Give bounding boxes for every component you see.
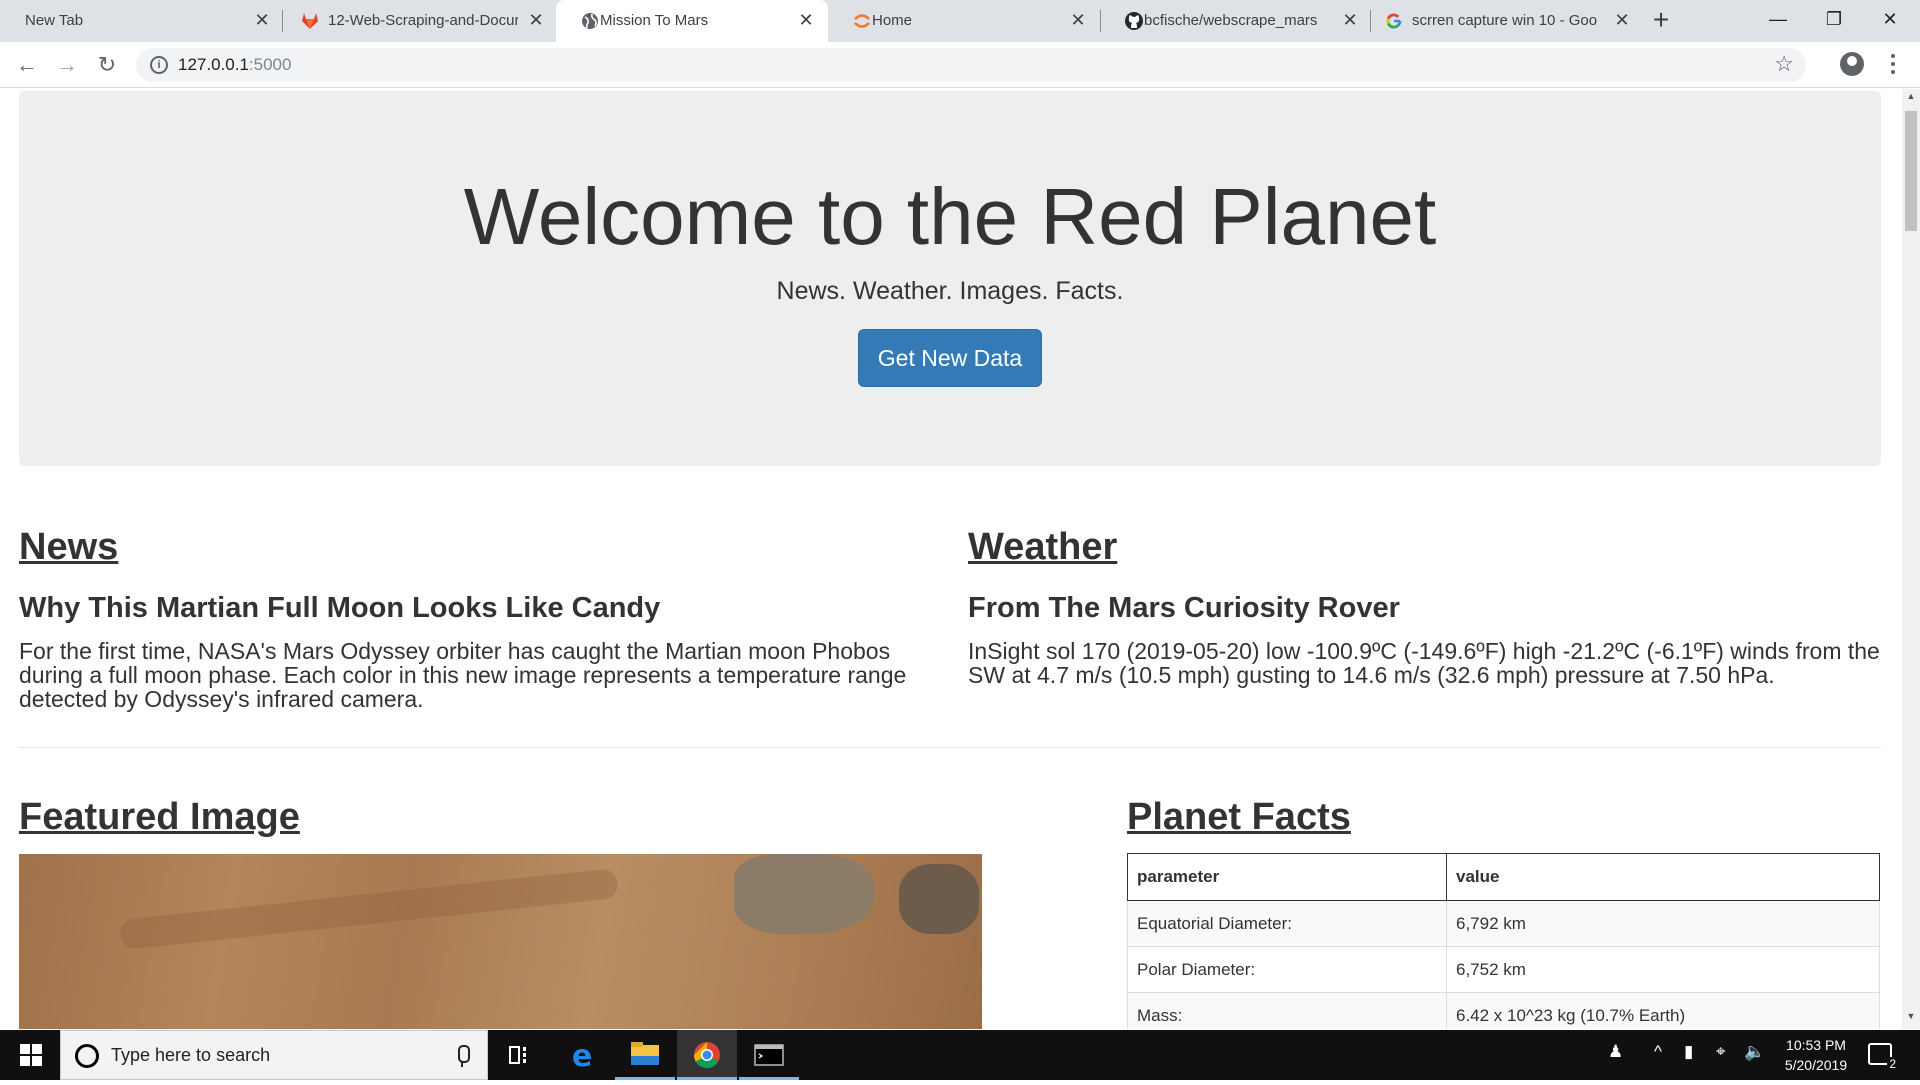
- tab-home[interactable]: Home ✕: [828, 0, 1100, 42]
- show-hidden-icons-icon[interactable]: ^: [1654, 1042, 1662, 1062]
- scroll-up-arrow-icon[interactable]: ▲: [1902, 91, 1920, 107]
- tab-title: Mission To Mars: [600, 12, 709, 29]
- featured-mars-image: [19, 854, 982, 1029]
- vertical-scrollbar[interactable]: ▲ ▼: [1902, 89, 1920, 1029]
- tab-github[interactable]: bcfische/webscrape_mars ✕: [1100, 0, 1372, 42]
- svg-text:e: e: [572, 1039, 592, 1074]
- table-header: parameter: [1127, 853, 1447, 901]
- task-view-icon[interactable]: [490, 1030, 550, 1080]
- table-row: Equatorial Diameter: 6,792 km: [1127, 900, 1880, 947]
- weather-line: InSight sol 170 (2019-05-20) low -100.9º…: [968, 638, 1880, 664]
- search-placeholder: Type here to search: [111, 1045, 271, 1065]
- tab-strip: New Tab ✕ 12-Web-Scraping-and-Docur ✕ Mi…: [0, 0, 1920, 42]
- table-cell: 6,752 km: [1446, 946, 1880, 993]
- cortana-icon: [75, 1044, 99, 1068]
- close-icon[interactable]: ✕: [252, 10, 272, 30]
- back-button[interactable]: ←: [12, 50, 42, 80]
- new-tab-button[interactable]: +: [1648, 6, 1674, 34]
- section-divider: [19, 747, 1881, 748]
- featured-image-heading: Featured Image: [19, 796, 300, 838]
- table-cell: Equatorial Diameter:: [1127, 900, 1447, 947]
- github-icon: [1125, 12, 1143, 30]
- table-header-row: parameter value: [1127, 853, 1880, 901]
- tab-mission-to-mars[interactable]: Mission To Mars ✕: [556, 0, 828, 42]
- news-line: detected by Odyssey's infrared camera.: [19, 686, 424, 712]
- planet-facts-heading: Planet Facts: [1127, 796, 1351, 838]
- table-cell: Polar Diameter:: [1127, 946, 1447, 993]
- weather-paragraph: InSight sol 170 (2019-05-20) low -100.9º…: [968, 639, 1880, 687]
- close-icon[interactable]: ✕: [1612, 10, 1632, 30]
- news-heading: News: [19, 526, 119, 568]
- tab-title: scrren capture win 10 - Goog: [1412, 12, 1597, 29]
- table-header: value: [1446, 853, 1880, 901]
- url-port: :5000: [248, 55, 292, 74]
- wifi-icon[interactable]: ⌖: [1716, 1042, 1726, 1062]
- restore-button[interactable]: ❐: [1806, 0, 1862, 40]
- file-explorer-icon[interactable]: [615, 1030, 675, 1080]
- people-icon[interactable]: ♟: [1608, 1042, 1623, 1062]
- scroll-down-arrow-icon[interactable]: ▼: [1902, 1011, 1920, 1027]
- get-new-data-button[interactable]: Get New Data: [858, 329, 1042, 387]
- news-line: For the first time, NASA's Mars Odyssey …: [19, 638, 891, 664]
- page-subtitle: News. Weather. Images. Facts.: [776, 277, 1124, 305]
- info-icon[interactable]: i: [150, 56, 168, 74]
- action-center-icon[interactable]: 2: [1868, 1043, 1898, 1071]
- browser-toolbar: ← → ↻ i 127.0.0.1:5000 ☆: [0, 42, 1920, 88]
- table-cell: 6.42 x 10^23 kg (10.7% Earth): [1446, 992, 1880, 1029]
- news-title: Why This Martian Full Moon Looks Like Ca…: [19, 592, 661, 624]
- tab-title: 12-Web-Scraping-and-Docur: [328, 12, 518, 29]
- address-bar[interactable]: i 127.0.0.1:5000 ☆: [136, 48, 1806, 82]
- jupyter-icon: [854, 14, 870, 28]
- page-title: Welcome to the Red Planet: [463, 172, 1437, 261]
- globe-icon: [582, 13, 598, 29]
- tab-title: Home: [872, 12, 913, 29]
- windows-taskbar: Type here to search e ♟ ^ ▮ ⌖ 🔈 10:53 PM…: [0, 1030, 1920, 1080]
- news-paragraph: For the first time, NASA's Mars Odyssey …: [19, 639, 906, 711]
- weather-heading: Weather: [968, 526, 1118, 568]
- minimize-button[interactable]: —: [1750, 0, 1806, 40]
- close-icon[interactable]: ✕: [1068, 10, 1088, 30]
- gitlab-icon: [302, 13, 318, 29]
- taskbar-search-box[interactable]: Type here to search: [60, 1030, 488, 1080]
- planet-facts-table: parameter value Equatorial Diameter: 6,7…: [1127, 853, 1880, 1029]
- close-window-button[interactable]: ✕: [1862, 0, 1918, 40]
- clock-time: 10:53 PM: [1786, 1037, 1846, 1053]
- edge-browser-icon[interactable]: e: [552, 1030, 612, 1080]
- url-text[interactable]: 127.0.0.1:5000: [178, 55, 291, 75]
- taskbar-clock[interactable]: 10:53 PM 5/20/2019: [1760, 1035, 1872, 1075]
- tab-title: New Tab: [25, 12, 84, 29]
- scrollbar-thumb[interactable]: [1905, 111, 1917, 231]
- url-host: 127.0.0.1: [178, 55, 249, 74]
- tab-gitlab[interactable]: 12-Web-Scraping-and-Docur ✕: [276, 0, 556, 42]
- table-cell: Mass:: [1127, 992, 1447, 1029]
- tab-google[interactable]: scrren capture win 10 - Goog ✕: [1372, 0, 1644, 42]
- close-icon[interactable]: ✕: [526, 10, 546, 30]
- battery-icon[interactable]: ▮: [1684, 1042, 1693, 1062]
- weather-title: From The Mars Curiosity Rover: [968, 592, 1400, 624]
- forward-button[interactable]: →: [52, 50, 82, 80]
- close-icon[interactable]: ✕: [796, 10, 816, 30]
- close-icon[interactable]: ✕: [1340, 10, 1360, 30]
- table-cell: 6,792 km: [1446, 900, 1880, 947]
- tab-title: bcfische/webscrape_mars: [1144, 12, 1318, 29]
- profile-avatar-icon[interactable]: [1840, 52, 1864, 76]
- chrome-icon[interactable]: [677, 1030, 737, 1080]
- jumbotron: Welcome to the Red Planet News. Weather.…: [19, 91, 1881, 466]
- windows-start-button[interactable]: [0, 1030, 60, 1080]
- terminal-icon[interactable]: [739, 1030, 799, 1080]
- weather-line: SW at 4.7 m/s (10.5 mph) gusting to 14.6…: [968, 662, 1775, 688]
- table-row: Polar Diameter: 6,752 km: [1127, 946, 1880, 993]
- menu-dots-icon[interactable]: [1890, 52, 1896, 78]
- clock-date: 5/20/2019: [1784, 1057, 1848, 1073]
- notification-count: 2: [1887, 1057, 1898, 1071]
- microphone-icon[interactable]: [456, 1045, 470, 1067]
- reload-button[interactable]: ↻: [92, 50, 122, 80]
- page-viewport: Welcome to the Red Planet News. Weather.…: [0, 89, 1902, 1029]
- bookmark-star-icon[interactable]: ☆: [1774, 51, 1794, 77]
- table-row: Mass: 6.42 x 10^23 kg (10.7% Earth): [1127, 992, 1880, 1029]
- google-icon: [1386, 13, 1402, 29]
- news-line: during a full moon phase. Each color in …: [19, 662, 907, 688]
- tab-separator: [1370, 10, 1371, 32]
- tab-new-tab[interactable]: New Tab ✕: [0, 0, 280, 42]
